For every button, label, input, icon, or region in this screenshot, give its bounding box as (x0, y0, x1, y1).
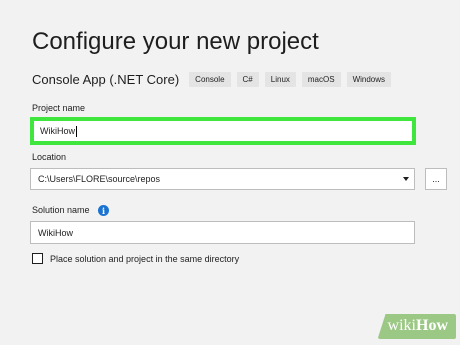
project-name-value: WikiHow (40, 126, 75, 136)
tag-macos: macOS (301, 72, 341, 87)
project-type-row: Console App (.NET Core) Console C# Linux… (32, 72, 397, 87)
watermark-how: How (416, 317, 448, 334)
solution-name-label: Solution name (32, 205, 90, 215)
tag-linux: Linux (264, 72, 296, 87)
solution-name-input[interactable]: WikiHow (30, 221, 415, 244)
same-directory-label: Place solution and project in the same d… (50, 253, 240, 264)
tag-csharp: C# (236, 72, 259, 87)
tag-windows: Windows (346, 72, 392, 87)
same-directory-option[interactable]: Place solution and project in the same d… (32, 253, 239, 264)
browse-button[interactable]: ... (425, 168, 447, 190)
project-name-label: Project name (32, 103, 86, 113)
wikihow-watermark: wikiHow (377, 314, 456, 339)
text-caret (76, 125, 77, 137)
solution-name-label-row: Solution name i (32, 205, 110, 217)
same-directory-checkbox[interactable] (32, 253, 43, 264)
app-type-label: Console App (.NET Core) (32, 72, 180, 87)
location-dropdown[interactable]: C:\Users\FLORE\source\repos (30, 168, 415, 190)
info-icon[interactable]: i (98, 205, 110, 217)
location-value: C:\Users\FLORE\source\repos (38, 174, 161, 184)
chevron-down-icon[interactable] (403, 177, 409, 181)
watermark-wiki: wiki (387, 317, 416, 334)
page-title: Configure your new project (32, 28, 319, 55)
solution-name-value: WikiHow (38, 227, 73, 238)
location-label: Location (32, 152, 67, 162)
tag-console: Console (189, 72, 231, 87)
project-name-input[interactable]: WikiHow (30, 117, 416, 145)
